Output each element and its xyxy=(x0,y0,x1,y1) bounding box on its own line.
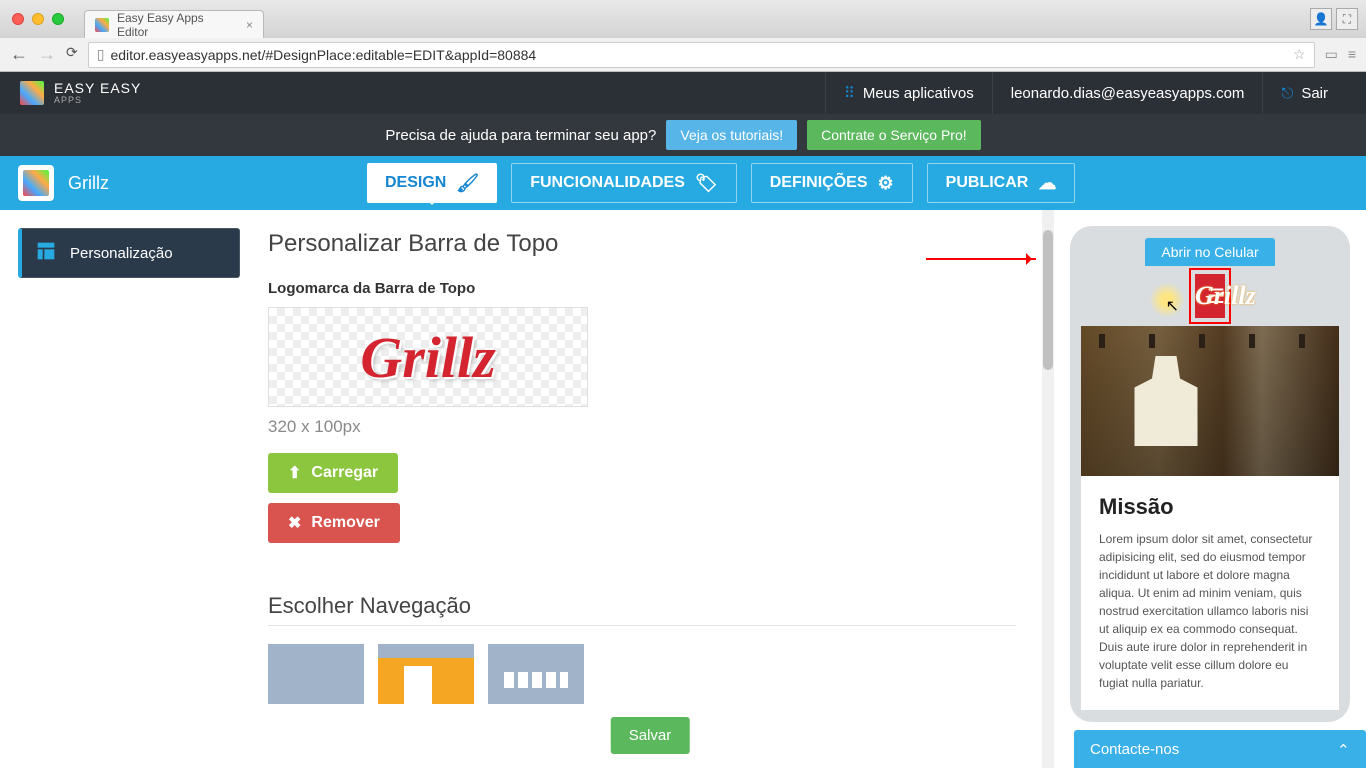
devices-icon[interactable]: ▭ xyxy=(1325,46,1338,63)
brush-icon: 🖌 xyxy=(456,173,479,194)
user-email-label: leonardo.dias@easyeasyapps.com xyxy=(1011,85,1245,102)
upload-icon: ⬆ xyxy=(288,463,301,483)
bookmark-star-icon[interactable]: ☆ xyxy=(1293,46,1306,63)
app-icon[interactable] xyxy=(18,165,54,201)
browser-tab-strip: Easy Easy Apps Editor × 👤 ⛶ xyxy=(0,0,1366,38)
remove-label: Remover xyxy=(311,514,379,532)
browser-user-icon[interactable]: 👤 xyxy=(1310,8,1332,30)
banner-prompt: Precisa de ajuda para terminar seu app? xyxy=(385,127,656,144)
tag-icon: 🏷 xyxy=(695,173,718,194)
nav-option-1[interactable] xyxy=(268,644,364,704)
logo-preview: Grillz xyxy=(268,307,588,407)
logout-label: Sair xyxy=(1301,85,1328,102)
divider xyxy=(268,625,1016,626)
save-button[interactable]: Salvar xyxy=(611,717,690,754)
cursor-icon: ↖ xyxy=(1166,296,1179,316)
dimensions-label: 320 x 100px xyxy=(268,417,1016,437)
sidebar-item-personalization[interactable]: Personalização xyxy=(18,228,240,278)
layout-icon xyxy=(36,241,56,265)
my-apps-link[interactable]: ⠿ Meus aplicativos xyxy=(825,72,992,114)
upload-button[interactable]: ⬆ Carregar xyxy=(268,453,398,493)
url-text: editor.easyeasyapps.net/#DesignPlace:edi… xyxy=(110,47,536,63)
tab-features-label: FUNCIONALIDADES xyxy=(530,174,685,192)
tab-features[interactable]: FUNCIONALIDADES 🏷 xyxy=(511,163,737,203)
brand-logo[interactable]: EASY EASY APPS xyxy=(20,81,141,105)
preview-mission-text: Lorem ipsum dolor sit amet, consectetur … xyxy=(1099,530,1321,692)
nav-reload-icon[interactable]: ⟳ xyxy=(66,44,78,65)
menu-icon[interactable]: ≡ xyxy=(1348,46,1356,63)
tab-design[interactable]: DESIGN 🖌 xyxy=(367,163,497,203)
tutorials-button[interactable]: Veja os tutoriais! xyxy=(666,120,797,150)
preview-screen: Missão Lorem ipsum dolor sit amet, conse… xyxy=(1081,326,1339,710)
editor-toolbar: Grillz DESIGN 🖌 FUNCIONALIDADES 🏷 DEFINI… xyxy=(0,156,1366,210)
logout-link[interactable]: ⎋ Sair xyxy=(1262,72,1346,114)
app-header: EASY EASY APPS ⠿ Meus aplicativos leonar… xyxy=(0,72,1366,114)
content-panel: Personalizar Barra de Topo Logomarca da … xyxy=(258,210,1042,768)
nav-forward-icon[interactable]: → xyxy=(38,44,56,65)
tab-favicon xyxy=(95,18,109,32)
address-bar[interactable]: ▯ editor.easyeasyapps.net/#DesignPlace:e… xyxy=(88,42,1315,68)
preview-content: Missão Lorem ipsum dolor sit amet, conse… xyxy=(1081,476,1339,710)
tab-settings-label: DEFINIÇÕES xyxy=(770,174,868,192)
nav-options xyxy=(268,644,1016,704)
tab-publish[interactable]: PUBLICAR ☁ xyxy=(927,163,1076,203)
brand-name: EASY EASY xyxy=(54,81,141,95)
tab-publish-label: PUBLICAR xyxy=(946,174,1029,192)
browser-tab[interactable]: Easy Easy Apps Editor × xyxy=(84,10,264,38)
logo-text: Grillz xyxy=(360,324,495,391)
scrollbar-thumb[interactable] xyxy=(1043,230,1053,370)
help-banner: Precisa de ajuda para terminar seu app? … xyxy=(0,114,1366,156)
remove-icon: ✖ xyxy=(288,513,301,533)
logout-icon: ⎋ xyxy=(1281,85,1293,102)
app-name: Grillz xyxy=(68,173,109,194)
window-controls xyxy=(12,13,64,25)
remove-button[interactable]: ✖ Remover xyxy=(268,503,400,543)
preview-panel: Abrir no Celular ☰ Grillz ↖ Missão Lorem… xyxy=(1054,210,1366,768)
window-close[interactable] xyxy=(12,13,24,25)
page-title: Personalizar Barra de Topo xyxy=(268,230,1016,258)
nav-section-title: Escolher Navegação xyxy=(268,593,1016,619)
nav-back-icon[interactable]: ← xyxy=(10,44,28,65)
sidebar: Personalização xyxy=(0,210,258,768)
tab-settings[interactable]: DEFINIÇÕES ⚙ xyxy=(751,163,913,203)
contact-bar[interactable]: Contacte-nos ⌄ xyxy=(1074,730,1366,768)
cloud-upload-icon: ☁ xyxy=(1038,173,1056,194)
preview-mission-heading: Missão xyxy=(1099,494,1321,520)
annotation-highlight: ☰ Grillz ↖ xyxy=(1189,268,1231,324)
scrollbar[interactable] xyxy=(1042,210,1054,768)
hire-pro-button[interactable]: Contrate o Serviço Pro! xyxy=(807,120,981,150)
brand-logo-icon xyxy=(20,81,44,105)
preview-topbar: ☰ Grillz ↖ xyxy=(1195,274,1225,318)
address-bar-row: ← → ⟳ ▯ editor.easyeasyapps.net/#DesignP… xyxy=(0,38,1366,72)
my-apps-label: Meus aplicativos xyxy=(863,85,974,102)
annotation-arrow xyxy=(926,258,1036,260)
phone-frame: Abrir no Celular ☰ Grillz ↖ Missão Lorem… xyxy=(1070,226,1350,722)
open-on-mobile-button[interactable]: Abrir no Celular xyxy=(1145,238,1274,266)
browser-expand-icon[interactable]: ⛶ xyxy=(1336,8,1358,30)
user-email[interactable]: leonardo.dias@easyeasyapps.com xyxy=(992,72,1263,114)
page-icon: ▯ xyxy=(97,46,105,63)
gear-icon: ⚙ xyxy=(878,173,894,194)
preview-hero-image xyxy=(1081,326,1339,476)
preview-brand: Grillz xyxy=(1195,281,1225,311)
tab-title: Easy Easy Apps Editor xyxy=(117,11,238,39)
tab-design-label: DESIGN xyxy=(385,174,446,192)
brand-sub: APPS xyxy=(54,95,141,105)
sidebar-item-label: Personalização xyxy=(70,245,173,262)
apps-grid-icon: ⠿ xyxy=(844,84,855,102)
nav-option-3[interactable] xyxy=(488,644,584,704)
tab-close-icon[interactable]: × xyxy=(246,18,253,32)
logo-section-label: Logomarca da Barra de Topo xyxy=(268,280,1016,297)
nav-option-2[interactable] xyxy=(378,644,474,704)
window-minimize[interactable] xyxy=(32,13,44,25)
contact-label: Contacte-nos xyxy=(1090,741,1179,758)
window-maximize[interactable] xyxy=(52,13,64,25)
chevron-up-icon: ⌄ xyxy=(1337,740,1350,758)
main-area: Personalização Personalizar Barra de Top… xyxy=(0,210,1366,768)
upload-label: Carregar xyxy=(311,464,378,482)
